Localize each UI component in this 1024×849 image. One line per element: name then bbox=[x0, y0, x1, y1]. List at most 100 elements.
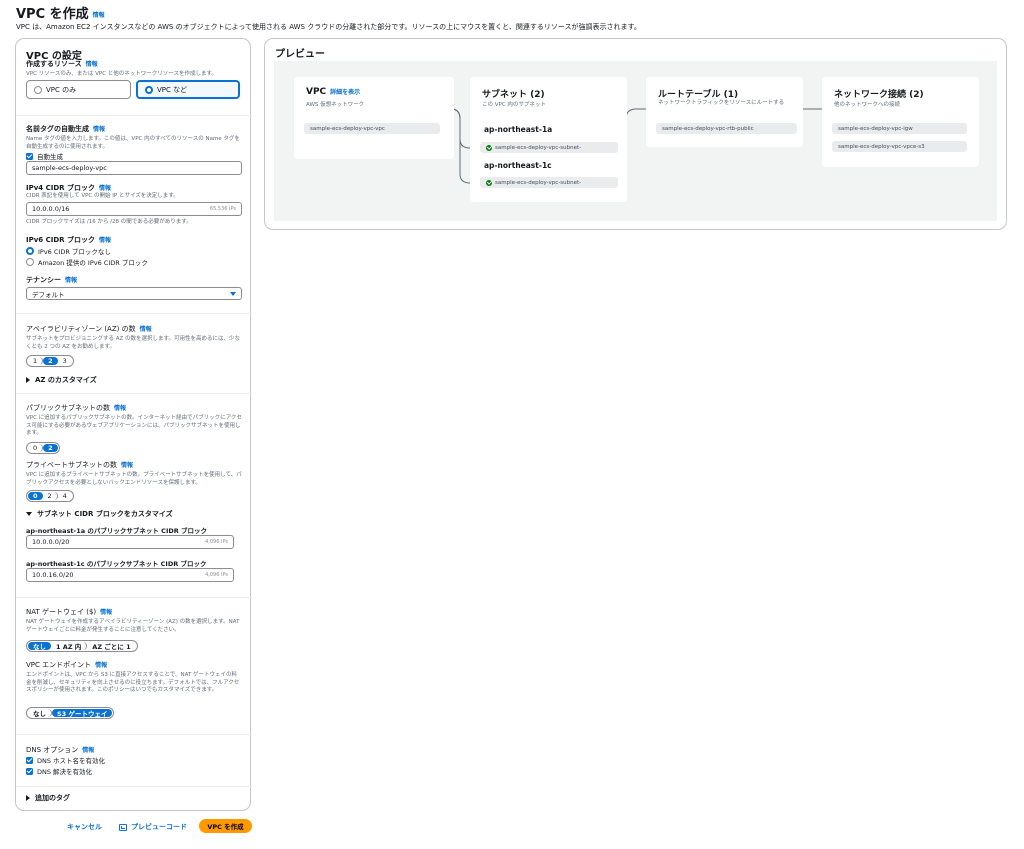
radio-dot bbox=[34, 85, 42, 94]
subnet-cidr-1a-input[interactable]: 10.0.0.0/20 4,096 IPs bbox=[26, 535, 234, 549]
vpc-item[interactable]: sample-ecs-deploy-vpc-vpc bbox=[304, 123, 440, 134]
az-option-3[interactable]: 3 bbox=[58, 357, 72, 365]
preview-code-button[interactable]: プレビューコード bbox=[119, 822, 187, 832]
ipv4-section: IPv4 CIDR ブロック 情報 CIDR 表記を使用して VPC の開始 IP… bbox=[26, 183, 242, 201]
page-description: VPC は、Amazon EC2 インスタンスなどの AWS のオブジェクトによ… bbox=[16, 23, 641, 31]
resources-label: 作成するリソース 情報 bbox=[26, 60, 98, 68]
check-circle-icon bbox=[486, 179, 492, 186]
endpoint-section: VPC エンドポイント 情報 エンドポイントは、VPC から S3 に直接アクセス… bbox=[26, 660, 242, 695]
divider bbox=[16, 786, 252, 787]
resources-desc: VPC リソースのみ、または VPC と他のネットワークリソースを作成します。 bbox=[26, 71, 217, 77]
vpc-settings-panel: VPC の設定 作成するリソース 情報 VPC リソースのみ、または VPC と他… bbox=[15, 38, 252, 811]
endpoint-option-none[interactable]: なし bbox=[28, 709, 52, 718]
vpc-details-link[interactable]: 詳細を表示 bbox=[330, 89, 360, 96]
auto-generate-checkbox[interactable]: 自動生成 bbox=[26, 151, 63, 161]
route-tables-card-desc: ネットワークトラフィックをリソースにルートする bbox=[658, 100, 785, 106]
radio-dot-selected bbox=[26, 247, 34, 255]
subnet-1c-item[interactable]: sample-ecs-deploy-vpc-subnet- bbox=[480, 177, 618, 188]
preview-heading: プレビュー bbox=[275, 49, 325, 60]
az-count-segmented[interactable]: 123 bbox=[26, 355, 74, 367]
igw-item[interactable]: sample-ecs-deploy-vpc-igw bbox=[832, 123, 967, 134]
endpoint-option-s3[interactable]: S3 ゲートウェイ bbox=[52, 709, 113, 718]
public-subnets-info-link[interactable]: 情報 bbox=[114, 405, 126, 412]
checkbox-checked-icon bbox=[26, 767, 33, 775]
radio-vpc-and-more[interactable]: VPC など bbox=[136, 80, 240, 99]
caret-right-icon bbox=[26, 377, 30, 383]
private-subnets-info-link[interactable]: 情報 bbox=[121, 462, 133, 469]
public-subnets-option-0[interactable]: 0 bbox=[28, 444, 44, 452]
ipv4-ip-count: 65,536 IPs bbox=[209, 206, 236, 212]
caret-right-icon bbox=[26, 795, 30, 801]
dns-hostnames-checkbox[interactable]: DNS ホスト名を有効化 bbox=[26, 755, 105, 765]
private-subnets-label: プライベートサブネットの数 情報 bbox=[26, 461, 134, 469]
divider bbox=[16, 734, 252, 735]
radio-vpc-only[interactable]: VPC のみ bbox=[26, 80, 131, 99]
subnet-cidr-expander[interactable]: サブネット CIDR ブロックをカスタマイズ bbox=[26, 509, 173, 519]
create-vpc-button[interactable]: VPC を作成 bbox=[199, 819, 252, 833]
checkbox-checked-icon bbox=[26, 152, 33, 160]
ipv4-desc: CIDR 表記を使用して VPC の開始 IP とサイズを決定します。 bbox=[26, 193, 179, 199]
public-subnets-label: パブリックサブネットの数 情報 bbox=[26, 404, 127, 412]
radio-no-ipv6[interactable]: IPv6 CIDR ブロックなし bbox=[26, 246, 111, 256]
endpoint-desc: エンドポイントは、VPC から S3 に直接アクセスすることで、NAT ゲートウ… bbox=[26, 672, 240, 693]
radio-dot bbox=[26, 258, 34, 266]
tenancy-select[interactable]: デフォルト bbox=[26, 287, 242, 300]
subnet-1a-item[interactable]: sample-ecs-deploy-vpc-subnet- bbox=[480, 142, 618, 153]
nat-option-none[interactable]: なし bbox=[28, 642, 51, 651]
private-subnets-option-2[interactable]: 2 bbox=[43, 492, 58, 500]
divider bbox=[16, 115, 252, 116]
public-subnets-option-2[interactable]: 2 bbox=[43, 444, 58, 452]
private-subnets-segmented[interactable]: 024 bbox=[26, 490, 74, 502]
radio-amazon-ipv6[interactable]: Amazon 提供の IPv6 CIDR ブロック bbox=[26, 257, 148, 267]
public-subnets-section: パブリックサブネットの数 情報 VPC に追加するパブリックサブネットの数。インタ… bbox=[26, 403, 242, 438]
divider bbox=[16, 313, 252, 314]
additional-tags-expander[interactable]: 追加のタグ bbox=[26, 793, 70, 803]
rtb-item[interactable]: sample-ecs-deploy-vpc-rtb-public bbox=[656, 123, 797, 134]
private-subnets-option-0[interactable]: 0 bbox=[28, 492, 43, 500]
subnets-card-title: サブネット (2) bbox=[482, 90, 545, 100]
name-tag-input[interactable]: sample-ecs-deploy-vpc bbox=[26, 161, 242, 175]
tenancy-info-link[interactable]: 情報 bbox=[65, 277, 77, 284]
dns-info-link[interactable]: 情報 bbox=[82, 747, 94, 754]
route-tables-card: ルートテーブル (1) ネットワークトラフィックをリソースにルートする samp… bbox=[646, 77, 803, 147]
private-subnets-desc: VPC に追加するプライベートサブネットの数。プライベートサブネットを使用して、… bbox=[26, 472, 242, 486]
connections-card: ネットワーク接続 (2) 他のネットワークへの接続 sample-ecs-dep… bbox=[822, 77, 979, 167]
nat-option-per-az[interactable]: AZ ごとに 1 bbox=[87, 642, 135, 651]
private-subnets-option-4[interactable]: 4 bbox=[58, 492, 72, 500]
name-tag-desc: Name タグの値を入力します。この値は、VPC 内のすべてのリソースの Nam… bbox=[26, 136, 240, 150]
subnets-card-desc: この VPC 内のサブネット bbox=[482, 102, 546, 108]
vpce-s3-item[interactable]: sample-ecs-deploy-vpc-vpce-s3 bbox=[832, 141, 967, 152]
endpoint-info-link[interactable]: 情報 bbox=[95, 662, 107, 669]
ipv6-label: IPv6 CIDR ブロック 情報 bbox=[26, 236, 112, 244]
nat-segmented[interactable]: なし 1 AZ 内 AZ ごとに 1 bbox=[26, 640, 138, 652]
ipv6-info-link[interactable]: 情報 bbox=[99, 237, 111, 244]
az-1a-label: ap-northeast-1a bbox=[484, 125, 553, 134]
az-label: アベイラビリティゾーン (AZ) の数 情報 bbox=[26, 325, 152, 333]
preview-panel: プレビュー VPC 詳細を表示 AWS 仮想ネットワーク sample-ecs-d… bbox=[264, 38, 1007, 230]
dns-resolution-checkbox[interactable]: DNS 解決を有効化 bbox=[26, 766, 92, 776]
nat-option-1az[interactable]: 1 AZ 内 bbox=[51, 642, 88, 651]
az-option-2[interactable]: 2 bbox=[43, 357, 58, 365]
az-desc: サブネットをプロビジョニングする AZ の数を選択します。可用性を高めるには、少… bbox=[26, 336, 240, 350]
cancel-button[interactable]: キャンセル bbox=[67, 822, 102, 832]
name-tag-label: 名前タグの自動生成 情報 bbox=[26, 125, 106, 133]
dns-label: DNS オプション 情報 bbox=[26, 746, 95, 754]
public-subnets-segmented[interactable]: 02 bbox=[26, 442, 60, 454]
connections-card-desc: 他のネットワークへの接続 bbox=[834, 102, 901, 108]
ipv4-info-link[interactable]: 情報 bbox=[99, 185, 111, 192]
ipv4-cidr-input[interactable]: 10.0.0.0/16 65,536 IPs bbox=[26, 202, 242, 216]
divider bbox=[16, 393, 252, 394]
code-preview-icon bbox=[119, 823, 127, 831]
nat-desc: NAT ゲートウェイを作成するアベイラビリティーゾーン (AZ) の数を選択しま… bbox=[26, 619, 240, 633]
vpc-card-desc: AWS 仮想ネットワーク bbox=[306, 102, 365, 108]
az-customize-expander[interactable]: AZ のカスタマイズ bbox=[26, 375, 97, 385]
nat-info-link[interactable]: 情報 bbox=[100, 609, 112, 616]
title-info-link[interactable]: 情報 bbox=[93, 12, 105, 19]
az-info-link[interactable]: 情報 bbox=[140, 326, 152, 333]
endpoint-segmented[interactable]: なし S3 ゲートウェイ bbox=[26, 707, 115, 719]
az-option-1[interactable]: 1 bbox=[28, 357, 44, 365]
name-tag-info-link[interactable]: 情報 bbox=[93, 126, 105, 133]
subnet-cidr-1c-input[interactable]: 10.0.16.0/20 4,096 IPs bbox=[26, 568, 234, 582]
resources-info-link[interactable]: 情報 bbox=[86, 61, 98, 68]
ipv4-constraint: CIDR ブロックサイズは /16 から /28 の間である必要があります。 bbox=[26, 219, 192, 225]
